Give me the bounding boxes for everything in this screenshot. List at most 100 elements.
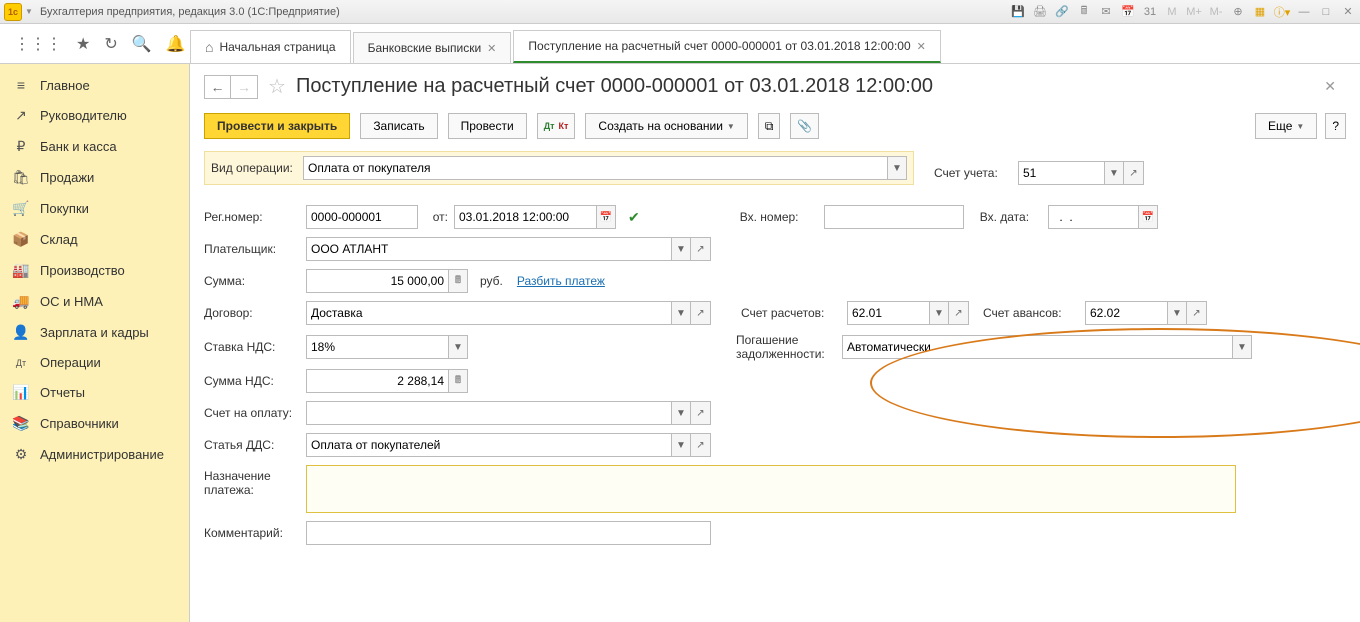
close-icon[interactable]: ✕ (487, 42, 496, 55)
open-icon[interactable]: ↗ (691, 401, 711, 425)
sidebar-item-manager[interactable]: ↗Руководителю (0, 100, 189, 131)
post-and-close-button[interactable]: Провести и закрыть (204, 113, 350, 139)
create-based-button[interactable]: Создать на основании▼ (585, 113, 747, 139)
m-plus-icon[interactable]: M+ (1186, 4, 1202, 20)
invoice-input[interactable] (306, 401, 671, 425)
dropdown-icon[interactable]: ▼ (1167, 301, 1187, 325)
help-button[interactable]: ? (1325, 113, 1346, 139)
date-input[interactable] (454, 205, 596, 229)
grid-icon[interactable]: ▦ (1252, 4, 1268, 20)
sidebar-item-operations[interactable]: ДтОперации (0, 348, 189, 377)
sidebar-item-assets[interactable]: 🚚ОС и НМА (0, 286, 189, 317)
operation-type-input[interactable] (303, 156, 887, 180)
dropdown-icon[interactable]: ▼ (671, 433, 691, 457)
link-icon[interactable]: 🔗 (1054, 4, 1070, 20)
tab-document[interactable]: Поступление на расчетный счет 0000-00000… (513, 30, 940, 63)
tab-home[interactable]: ⌂ Начальная страница (190, 30, 351, 63)
in-number-input[interactable] (824, 205, 964, 229)
minimize-icon[interactable]: — (1296, 4, 1312, 20)
close-icon[interactable]: ✕ (917, 40, 926, 53)
close-document-icon[interactable]: ✕ (1324, 78, 1346, 95)
sidebar-item-sales[interactable]: 🛍Продажи (0, 162, 189, 193)
dropdown-icon[interactable]: ▼ (448, 335, 468, 359)
dropdown-icon[interactable]: ▼ (1232, 335, 1252, 359)
dropdown-icon[interactable]: ▼ (671, 237, 691, 261)
save-button[interactable]: Записать (360, 113, 437, 139)
calculator-icon[interactable]: 🖩 (448, 369, 468, 393)
date-icon[interactable]: 31 (1142, 4, 1158, 20)
post-button[interactable]: Провести (448, 113, 527, 139)
debt-settlement-input[interactable] (842, 335, 1232, 359)
reg-number-input[interactable] (306, 205, 418, 229)
attach-button[interactable]: 📎 (790, 113, 819, 139)
open-icon[interactable]: ↗ (949, 301, 969, 325)
close-window-icon[interactable]: ✕ (1340, 4, 1356, 20)
debt-settlement-label: Погашение задолженности: (736, 333, 836, 361)
sidebar-item-admin[interactable]: ⚙Администрирование (0, 439, 189, 470)
vat-rate-input[interactable] (306, 335, 448, 359)
invoice-label: Счет на оплату: (204, 406, 300, 420)
forward-button[interactable]: → (231, 76, 257, 98)
account-input[interactable] (1018, 161, 1104, 185)
back-button[interactable]: ← (205, 76, 231, 98)
sidebar-item-purchases[interactable]: 🛒Покупки (0, 193, 189, 224)
open-icon[interactable]: ↗ (691, 301, 711, 325)
amount-input[interactable] (306, 269, 448, 293)
tab-bank-statements[interactable]: Банковские выписки ✕ (353, 32, 512, 63)
sidebar-item-label: Покупки (40, 201, 89, 216)
payer-input[interactable] (306, 237, 671, 261)
dtkt-button[interactable]: ДтКт (537, 113, 576, 139)
box-icon: 📦 (12, 231, 30, 248)
dropdown-icon[interactable]: ▼ (671, 401, 691, 425)
zoom-icon[interactable]: ⊕ (1230, 4, 1246, 20)
calendar-icon[interactable]: 📅 (596, 205, 616, 229)
sidebar-item-main[interactable]: ≡Главное (0, 70, 189, 100)
sidebar-item-reports[interactable]: 📊Отчеты (0, 377, 189, 408)
window-titlebar: 1c ▼ Бухгалтерия предприятия, редакция 3… (0, 0, 1360, 24)
sidebar-item-production[interactable]: 🏭Производство (0, 255, 189, 286)
dropdown-icon[interactable]: ▼ (887, 156, 907, 180)
dropdown-icon[interactable]: ▼ (1104, 161, 1124, 185)
payment-purpose-textarea[interactable] (306, 465, 1236, 513)
payer-label: Плательщик: (204, 242, 300, 256)
search-icon[interactable]: 🔍 (132, 34, 152, 54)
m-minus-icon[interactable]: M- (1208, 4, 1224, 20)
calendar-icon[interactable]: 📅 (1138, 205, 1158, 229)
open-icon[interactable]: ↗ (1187, 301, 1207, 325)
favorite-toggle-icon[interactable]: ☆ (268, 74, 286, 99)
calc-icon[interactable]: 🖩 (1076, 4, 1092, 20)
settlement-account-input[interactable] (847, 301, 929, 325)
open-icon[interactable]: ↗ (1124, 161, 1144, 185)
print-icon[interactable]: 🖨 (1032, 4, 1048, 20)
sidebar-item-hr[interactable]: 👤Зарплата и кадры (0, 317, 189, 348)
maximize-icon[interactable]: □ (1318, 4, 1334, 20)
sidebar-item-refs[interactable]: 📚Справочники (0, 408, 189, 439)
cashflow-item-input[interactable] (306, 433, 671, 457)
more-button[interactable]: Еще▼ (1255, 113, 1317, 139)
open-icon[interactable]: ↗ (691, 237, 711, 261)
comment-input[interactable] (306, 521, 711, 545)
currency-label: руб. (480, 274, 503, 288)
open-icon[interactable]: ↗ (691, 433, 711, 457)
m-icon[interactable]: M (1164, 4, 1180, 20)
app-menu-dropdown-icon[interactable]: ▼ (24, 7, 34, 16)
info-icon[interactable]: ⓘ▾ (1274, 4, 1290, 20)
apps-grid-icon[interactable]: ⋮⋮⋮ (14, 34, 62, 54)
in-date-input[interactable] (1048, 205, 1138, 229)
contract-input[interactable] (306, 301, 671, 325)
save-icon[interactable]: 💾 (1010, 4, 1026, 20)
mail-icon[interactable]: ✉ (1098, 4, 1114, 20)
calendar-icon[interactable]: 📅 (1120, 4, 1136, 20)
sidebar-item-warehouse[interactable]: 📦Склад (0, 224, 189, 255)
split-payment-link[interactable]: Разбить платеж (517, 274, 605, 288)
structure-button[interactable]: ⧉ (758, 113, 781, 139)
bell-icon[interactable]: 🔔 (166, 34, 186, 54)
vat-amount-input[interactable] (306, 369, 448, 393)
dropdown-icon[interactable]: ▼ (671, 301, 691, 325)
history-icon[interactable]: ↻ (104, 34, 117, 54)
advance-account-input[interactable] (1085, 301, 1167, 325)
favorite-star-icon[interactable]: ★ (76, 34, 90, 54)
sidebar-item-bank[interactable]: ₽Банк и касса (0, 131, 189, 162)
calculator-icon[interactable]: 🖩 (448, 269, 468, 293)
dropdown-icon[interactable]: ▼ (929, 301, 949, 325)
